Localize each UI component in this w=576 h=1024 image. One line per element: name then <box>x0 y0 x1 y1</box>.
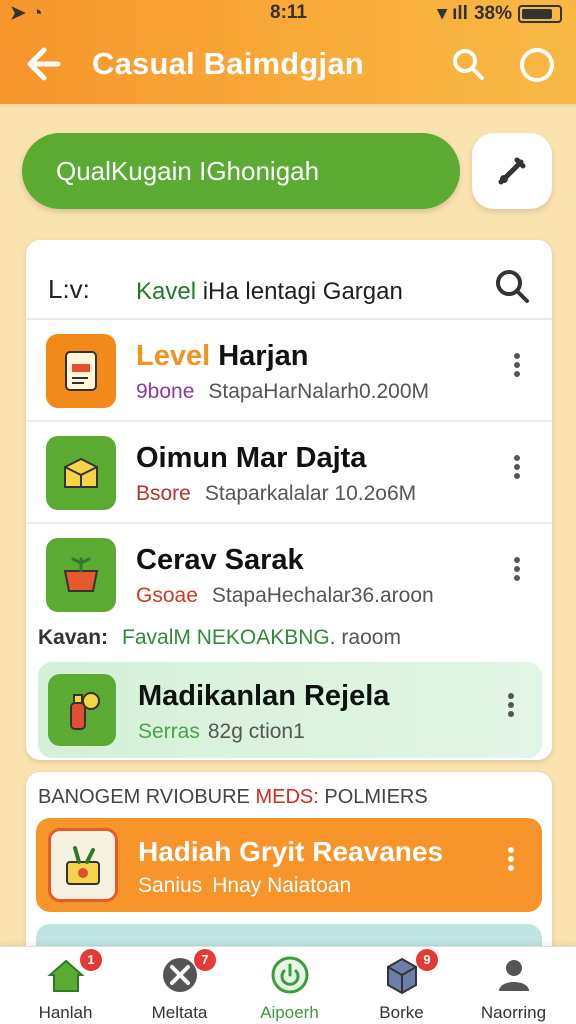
list-item-tag: Gsoae <box>136 584 198 607</box>
person-icon <box>499 960 529 991</box>
list-item-title-accent: Level <box>136 340 211 372</box>
notification-badge: 9 <box>416 949 438 971</box>
promo-item[interactable]: Hadiah Gryit Reavanes Sanius Hnay Naiatoa… <box>36 818 542 912</box>
tools-button[interactable] <box>472 133 552 209</box>
profile-circle-button[interactable] <box>520 48 554 82</box>
list-item-tag: Bsore <box>136 482 191 505</box>
promo-heading-right: POLMIERS <box>318 786 428 808</box>
promo-item-tag: Sanius <box>138 874 203 897</box>
nav-label: Aipoerh <box>260 1003 319 1022</box>
app-header: ➤ ◔ 8:11 ▾ ıll 38% Casual Baimdgjan <box>0 0 576 104</box>
list-item[interactable]: Cerav Sarak Gsoae StapaHechalar36.aroon <box>26 526 552 626</box>
search-pill[interactable]: QualKugain IGhonigah <box>22 133 460 209</box>
signal-icon: ➤ ◔ <box>10 3 43 24</box>
list-item-detail: Staparkalalar 10.2o6M <box>204 482 417 505</box>
status-right: ▾ ıll 38% <box>437 2 562 25</box>
notification-badge: 1 <box>80 949 102 971</box>
list-card-title-green: Kavel <box>136 278 197 305</box>
more-options-icon[interactable] <box>512 350 522 390</box>
section-label-rest: . raoom <box>329 626 401 649</box>
nav-tools[interactable]: 7 Meltata <box>122 947 237 1024</box>
nav-box[interactable]: 9 Borke <box>344 947 459 1024</box>
promo-item-title: Hadiah Gryit Reavanes <box>138 836 444 867</box>
list-card-header: L:v: Kavel iHa lentagi Gargan <box>26 240 552 320</box>
document-icon <box>46 334 116 408</box>
nav-label: Hanlah <box>38 1003 93 1022</box>
status-bar: ➤ ◔ 8:11 ▾ ıll 38% <box>0 0 576 28</box>
wrench-icon <box>498 157 526 185</box>
list-item[interactable]: Oimun Mar Dajta Bsore Staparkalalar 10.2o… <box>26 424 552 524</box>
list-item-subtitle: Bsore Staparkalalar 10.2o6M <box>136 482 416 506</box>
section-label-value: FavalM NEKOAKBNG <box>122 626 330 649</box>
wifi-icon: ▾ ıll <box>437 3 468 24</box>
list-item-tag: 9bone <box>136 380 195 403</box>
nav-label: Naorring <box>480 1003 547 1022</box>
nav-label: Borke <box>379 1003 424 1022</box>
promo-item-subtitle: Sanius Hnay Naiatoan <box>138 874 351 898</box>
battery-icon <box>518 4 562 23</box>
promo-heading-accent: MEDS: <box>255 786 319 808</box>
list-item-tag: Serras <box>138 720 200 743</box>
power-icon <box>271 956 309 994</box>
page-title: Casual Baimdgjan <box>92 46 364 81</box>
list-card: L:v: Kavel iHa lentagi Gargan Level Harj… <box>26 240 552 760</box>
list-card-title: Kavel iHa lentagi Gargan <box>136 278 403 306</box>
list-item-subtitle: Gsoae StapaHechalar36.aroon <box>136 584 434 608</box>
bottom-nav: 1 Hanlah 7 Meltata Aipoerh 9 Borke Naorr… <box>0 946 576 1024</box>
list-item-title: Cerav Sarak <box>136 544 304 576</box>
more-options-icon[interactable] <box>506 690 516 730</box>
nav-label: Meltata <box>151 1003 208 1022</box>
battery-text: 38% <box>473 2 512 24</box>
section-label-key: Kavan: <box>38 626 109 649</box>
gift-plant-icon <box>48 828 118 902</box>
promo-item-detail: Hnay Naiatoan <box>212 874 352 897</box>
section-label: Kavan: FavalM NEKOAKBNG. raoom <box>38 626 401 650</box>
promo-heading-left: BANOGEM RVIOBURE <box>38 786 256 808</box>
box-icon <box>46 436 116 510</box>
level-label: L:v: <box>48 274 90 304</box>
more-options-icon[interactable] <box>512 452 522 492</box>
list-item-subtitle: 9bone StapaHarNalarh0.200M <box>136 380 429 404</box>
more-options-icon[interactable] <box>506 844 516 884</box>
promo-card-heading: BANOGEM RVIOBURE MEDS: POLMIERS <box>38 786 428 809</box>
more-options-icon[interactable] <box>512 554 522 594</box>
nav-home[interactable]: 1 Hanlah <box>8 947 123 1024</box>
list-search-icon[interactable] <box>492 266 532 306</box>
notification-badge: 7 <box>194 949 216 971</box>
plant-box-icon <box>46 538 116 612</box>
list-item-detail: StapaHechalar36.aroon <box>211 584 434 607</box>
nav-profile[interactable]: Naorring <box>456 947 571 1024</box>
status-time: 8:11 <box>270 2 307 23</box>
list-item-title-rest: Harjan <box>210 340 309 372</box>
list-card-title-rest: iHa lentagi Gargan <box>196 278 403 305</box>
list-item-title: Oimun Mar Dajta <box>136 442 367 474</box>
list-item[interactable]: Level Harjan 9bone StapaHarNalarh0.200M <box>26 322 552 422</box>
search-icon[interactable] <box>450 46 486 82</box>
nav-power[interactable]: Aipoerh <box>232 947 347 1024</box>
back-arrow-icon[interactable] <box>22 44 62 84</box>
bottle-chat-icon <box>48 674 116 746</box>
list-item-title: Madikanlan Rejela <box>138 680 390 712</box>
list-item-detail: 82g ction1 <box>207 720 305 743</box>
list-item-detail: StapaHarNalarh0.200M <box>208 380 430 403</box>
highlighted-list-item[interactable]: Madikanlan Rejela Serras 82g ction1 <box>38 662 542 758</box>
list-item-subtitle: Serras 82g ction1 <box>138 720 305 744</box>
list-item-title: Level Harjan <box>136 340 309 373</box>
